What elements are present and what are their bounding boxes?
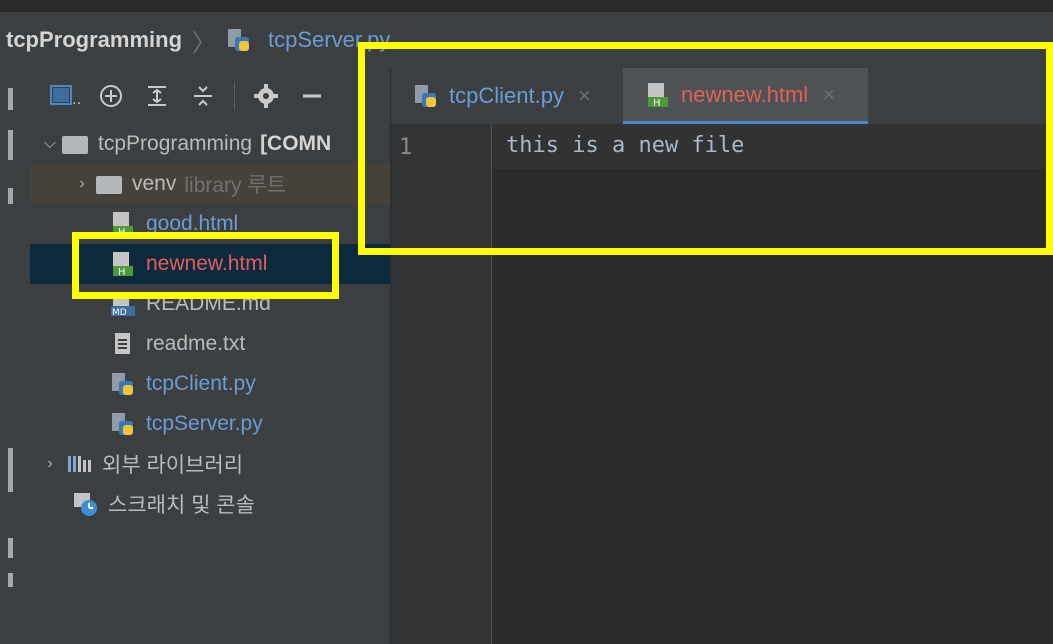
html-file-icon: H (110, 251, 136, 278)
project-root-label: tcpProgramming (98, 132, 253, 155)
tool-button[interactable] (8, 188, 13, 204)
tool-button[interactable] (8, 573, 13, 587)
svg-text:H: H (118, 227, 126, 237)
tree-item-label: tcpServer.py (146, 412, 263, 435)
text-file-icon (110, 331, 136, 357)
tree-row-tcpclient-py[interactable]: tcpClient.py (30, 364, 390, 404)
locate-file-icon[interactable] (96, 81, 126, 111)
tree-root-row[interactable]: ⌵ tcpProgramming [COMN (30, 124, 390, 164)
svg-text:MD: MD (112, 308, 127, 317)
tool-button[interactable] (8, 130, 13, 160)
tab-newnew-html[interactable]: H newnew.html × (623, 68, 868, 124)
breadcrumb-project[interactable]: tcpProgramming (6, 27, 182, 53)
minimize-icon[interactable] (297, 81, 327, 111)
tree-row-readme-md[interactable]: MD README.md (30, 284, 390, 324)
breadcrumb: tcpProgramming 〉 tcpServer.py (0, 12, 1053, 68)
tree-item-label: venv (132, 172, 177, 195)
tree-row-readme-txt[interactable]: readme.txt (30, 324, 390, 364)
project-root-suffix: [COMN (260, 132, 332, 155)
python-file-icon (110, 371, 136, 397)
chevron-right-icon[interactable]: › (70, 175, 94, 193)
svg-text:H: H (118, 267, 126, 277)
chevron-down-icon[interactable]: ⌵ (38, 135, 62, 153)
tree-item-label: readme.txt (146, 332, 246, 355)
library-root-note: library 루트 (184, 174, 287, 197)
close-icon[interactable]: × (822, 82, 835, 108)
tool-window-strip (0, 68, 31, 644)
tree-row-good-html[interactable]: H good.html (30, 204, 390, 244)
html-file-icon: H (110, 211, 136, 238)
editor-tab-bar: tcpClient.py × H newnew.html × (391, 68, 1053, 125)
code-editor[interactable]: this is a new file (492, 125, 1053, 644)
toolbar-divider (234, 82, 235, 110)
breadcrumb-separator: 〉 (192, 29, 217, 57)
tool-button[interactable] (8, 448, 13, 492)
tree-row-venv[interactable]: › venv library 루트 (30, 164, 390, 204)
folder-icon (62, 136, 88, 154)
library-icon (66, 451, 92, 477)
expand-all-icon[interactable] (142, 81, 172, 111)
tab-tcpclient-py[interactable]: tcpClient.py × (391, 68, 623, 124)
tab-label: newnew.html (681, 81, 809, 107)
tab-label: tcpClient.py (449, 83, 564, 108)
close-icon[interactable]: × (578, 83, 591, 109)
line-number-gutter: 1 (391, 125, 492, 644)
tree-row-scratches[interactable]: 스크래치 및 콘솔 (30, 484, 390, 524)
svg-text:H: H (653, 98, 661, 108)
python-file-icon (226, 27, 252, 53)
tree-row-newnew-html[interactable]: H newnew.html (30, 244, 390, 284)
tree-item-label: 스크래치 및 콘솔 (108, 494, 255, 517)
collapse-all-icon[interactable] (188, 81, 218, 111)
tree-item-label: README.md (146, 292, 271, 315)
chevron-right-icon[interactable]: › (38, 455, 62, 473)
gear-icon[interactable] (251, 81, 281, 111)
python-file-icon (110, 411, 136, 437)
editor-area: tcpClient.py × H newnew.html × 1 this is… (391, 68, 1053, 644)
tool-button[interactable] (8, 538, 13, 558)
folder-icon (96, 176, 122, 194)
scratch-icon (72, 491, 98, 517)
markdown-file-icon: MD (110, 291, 136, 318)
tree-item-label: 외부 라이브러리 (102, 454, 244, 477)
code-line[interactable]: this is a new file (506, 133, 744, 158)
project-panel: … ⌵ tcpProgramming [COMN (30, 68, 391, 644)
svg-text:…: … (72, 92, 80, 108)
tree-item-label: tcpClient.py (146, 372, 256, 395)
panel-options-icon[interactable]: … (50, 81, 80, 111)
python-file-icon (413, 83, 439, 109)
project-toolbar: … (30, 68, 390, 124)
tree-row-external-libraries[interactable]: › 외부 라이브러리 (30, 444, 390, 484)
tree-item-label: newnew.html (146, 252, 268, 275)
tree-item-label: good.html (146, 212, 239, 235)
line-number: 1 (399, 135, 413, 160)
ide-window: tcpProgramming 〉 tcpServer.py … (0, 0, 1053, 644)
tree-row-tcpserver-py[interactable]: tcpServer.py (30, 404, 390, 444)
breadcrumb-file[interactable]: tcpServer.py (268, 27, 390, 53)
html-file-icon: H (645, 82, 671, 109)
project-tool-button[interactable] (8, 88, 13, 110)
